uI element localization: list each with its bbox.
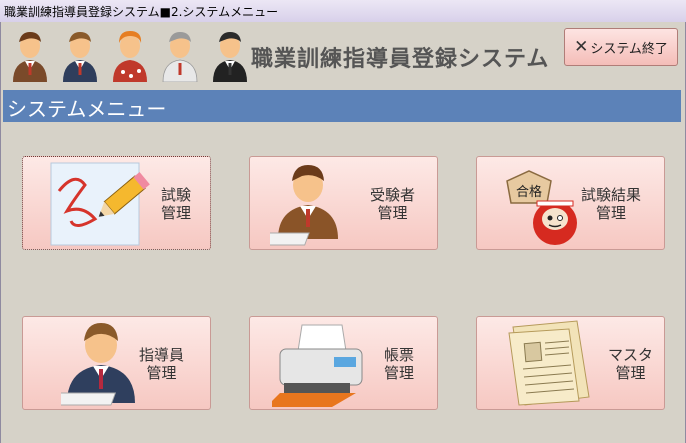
window-title: 職業訓練指導員登録システム■2.システムメニュー [4,5,279,19]
instructor-management-label: 指導員 管理 [139,346,185,382]
examinee-icon [270,165,338,246]
close-icon: ✕ [574,37,589,57]
exam-management-button[interactable]: 試験 管理 [22,156,211,250]
report-management-button[interactable]: 帳票 管理 [249,316,438,410]
header: 職業訓練指導員登録システム ✕ システム終了 [3,22,683,86]
window-title-bar[interactable]: 職業訓練指導員登録システム■2.システムメニュー [0,0,686,23]
exam-result-management-label: 試験結果 管理 [581,186,642,222]
app-title: 職業訓練指導員登録システム [251,47,550,72]
system-exit-label: システム終了 [590,41,668,57]
pass-daruma-icon: 合格 [506,170,577,245]
person-icon [213,32,247,82]
master-management-button[interactable]: マスタ 管理 [476,316,665,410]
instructor-management-button[interactable]: 指導員 管理 [22,316,211,410]
person-icon [113,31,147,82]
examinee-management-button[interactable]: 受験者 管理 [249,156,438,250]
menu-header-title: システムメニュー [7,97,167,121]
master-management-label: マスタ 管理 [608,346,654,382]
menu-header-bar: システムメニュー [3,90,681,122]
report-management-label: 帳票 管理 [384,346,415,382]
pencil-icon [50,162,150,246]
examinee-management-label: 受験者 管理 [370,186,416,222]
pass-plaque-text: 合格 [516,184,542,200]
instructor-icon [61,323,135,406]
exam-result-management-button[interactable]: 合格 試験結果 管理 [476,156,665,250]
app-window: 職業訓練指導員登録システム ✕ システム終了 システムメニュー 試験 管理 受験… [0,22,686,443]
exam-management-label: 試験 管理 [161,186,192,222]
system-exit-button[interactable]: ✕ システム終了 [564,28,678,66]
person-icon [162,32,198,82]
printer-icon [272,324,363,407]
person-icon [63,32,97,82]
person-icon [13,32,47,82]
document-icon [508,320,590,406]
